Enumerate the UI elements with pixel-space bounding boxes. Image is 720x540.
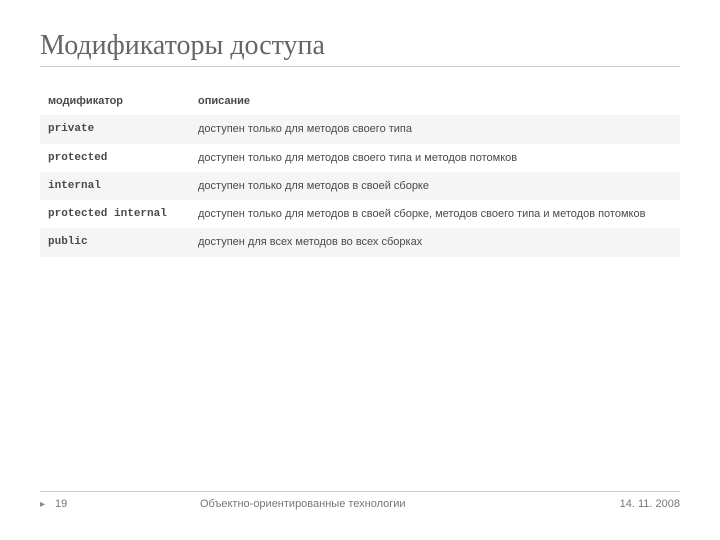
cell-description: доступен только для методов своего типа <box>190 115 680 143</box>
cell-modifier: protected internal <box>40 200 190 228</box>
header-description: описание <box>190 87 680 115</box>
page-number: 19 <box>55 498 67 510</box>
footer-marker-icon: ▸ <box>40 499 45 510</box>
footer-date: 14. 11. 2008 <box>560 498 680 510</box>
cell-description: доступен только для методов своего типа … <box>190 144 680 172</box>
table-row: protected доступен только для методов св… <box>40 144 680 172</box>
header-modifier: модификатор <box>40 87 190 115</box>
cell-description: доступен для всех методов во всех сборка… <box>190 228 680 256</box>
table-row: public доступен для всех методов во всех… <box>40 228 680 256</box>
cell-modifier: internal <box>40 172 190 200</box>
cell-description: доступен только для методов в своей сбор… <box>190 172 680 200</box>
modifier-table: модификатор описание private доступен то… <box>40 87 680 257</box>
cell-modifier: public <box>40 228 190 256</box>
table-row: internal доступен только для методов в с… <box>40 172 680 200</box>
footer-title: Объектно-ориентированные технологии <box>200 498 560 510</box>
table-header: модификатор описание <box>40 87 680 115</box>
cell-modifier: protected <box>40 144 190 172</box>
cell-modifier: private <box>40 115 190 143</box>
cell-description: доступен только для методов в своей сбор… <box>190 200 680 228</box>
slide-title: Модификаторы доступа <box>40 30 680 67</box>
table-row: private доступен только для методов свое… <box>40 115 680 143</box>
table-row: protected internal доступен только для м… <box>40 200 680 228</box>
footer: ▸ 19 Объектно-ориентированные технологии… <box>40 491 680 510</box>
